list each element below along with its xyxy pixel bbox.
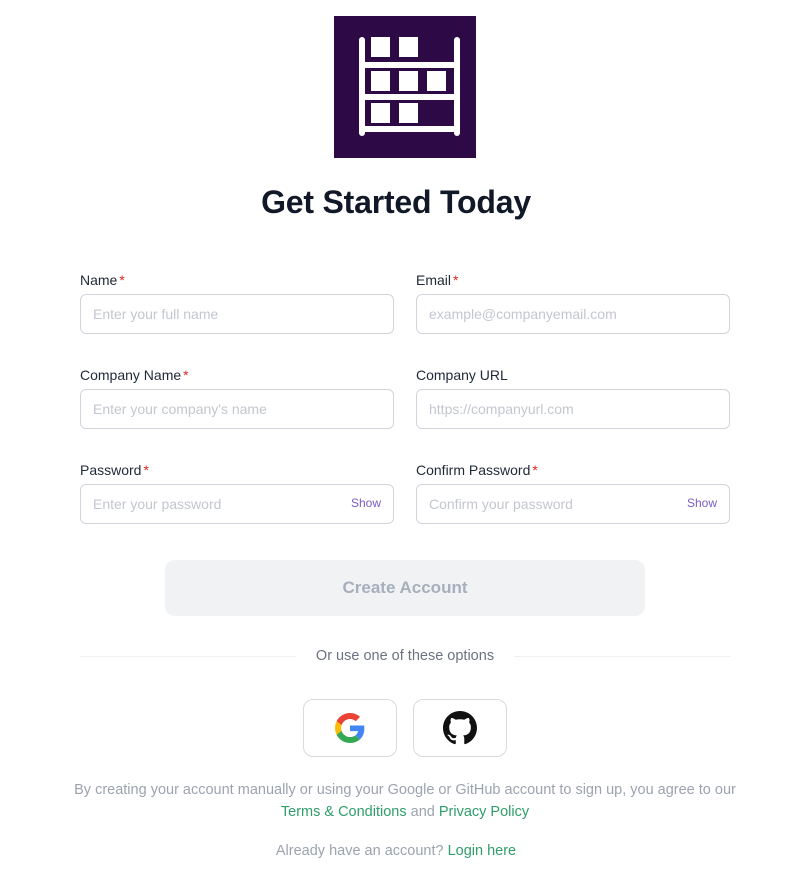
password-input[interactable] <box>81 485 393 523</box>
required-marker: * <box>119 272 125 288</box>
google-signup-button[interactable] <box>303 699 397 757</box>
company-name-input[interactable] <box>81 390 393 428</box>
email-label: Email * <box>416 272 459 288</box>
legal-notice: By creating your account manually or usi… <box>74 782 736 820</box>
brand-logo <box>334 16 476 158</box>
name-field-group: Name * <box>80 270 394 334</box>
login-link[interactable]: Login here <box>448 843 517 859</box>
login-prompt: Already have an account? Login here <box>275 843 517 859</box>
company-url-field-group: Company URL <box>416 365 730 429</box>
terms-link[interactable]: Terms & Conditions <box>281 804 407 820</box>
password-label: Password * <box>80 462 149 478</box>
google-icon <box>335 713 365 743</box>
email-input[interactable] <box>417 295 729 333</box>
company-name-label: Company Name * <box>80 367 189 383</box>
page-title: Get Started Today <box>261 184 531 220</box>
divider-line-right <box>514 656 730 657</box>
password-input-box[interactable]: Show <box>80 484 394 524</box>
confirm-password-input[interactable] <box>417 485 729 523</box>
required-marker: * <box>143 462 149 478</box>
company-name-input-box[interactable] <box>80 389 394 429</box>
confirm-password-label: Confirm Password * <box>416 462 538 478</box>
confirm-password-field-group: Confirm Password * Show <box>416 460 730 524</box>
github-icon <box>443 711 477 745</box>
confirm-password-show-toggle[interactable]: Show <box>687 496 717 510</box>
options-divider: Or use one of these options <box>80 648 730 666</box>
company-url-input[interactable] <box>417 390 729 428</box>
confirm-password-input-box[interactable]: Show <box>416 484 730 524</box>
github-signup-button[interactable] <box>413 699 507 757</box>
required-marker: * <box>532 462 538 478</box>
company-url-input-box[interactable] <box>416 389 730 429</box>
shelving-icon <box>359 37 460 136</box>
required-marker: * <box>183 367 189 383</box>
name-label: Name * <box>80 272 125 288</box>
company-name-field-group: Company Name * <box>80 365 394 429</box>
company-url-label: Company URL <box>416 367 508 383</box>
name-input[interactable] <box>81 295 393 333</box>
name-input-box[interactable] <box>80 294 394 334</box>
required-marker: * <box>453 272 459 288</box>
email-input-box[interactable] <box>416 294 730 334</box>
create-account-button[interactable]: Create Account <box>165 560 645 616</box>
password-field-group: Password * Show <box>80 460 394 524</box>
password-show-toggle[interactable]: Show <box>351 496 381 510</box>
email-field-group: Email * <box>416 270 730 334</box>
privacy-link[interactable]: Privacy Policy <box>439 804 529 820</box>
